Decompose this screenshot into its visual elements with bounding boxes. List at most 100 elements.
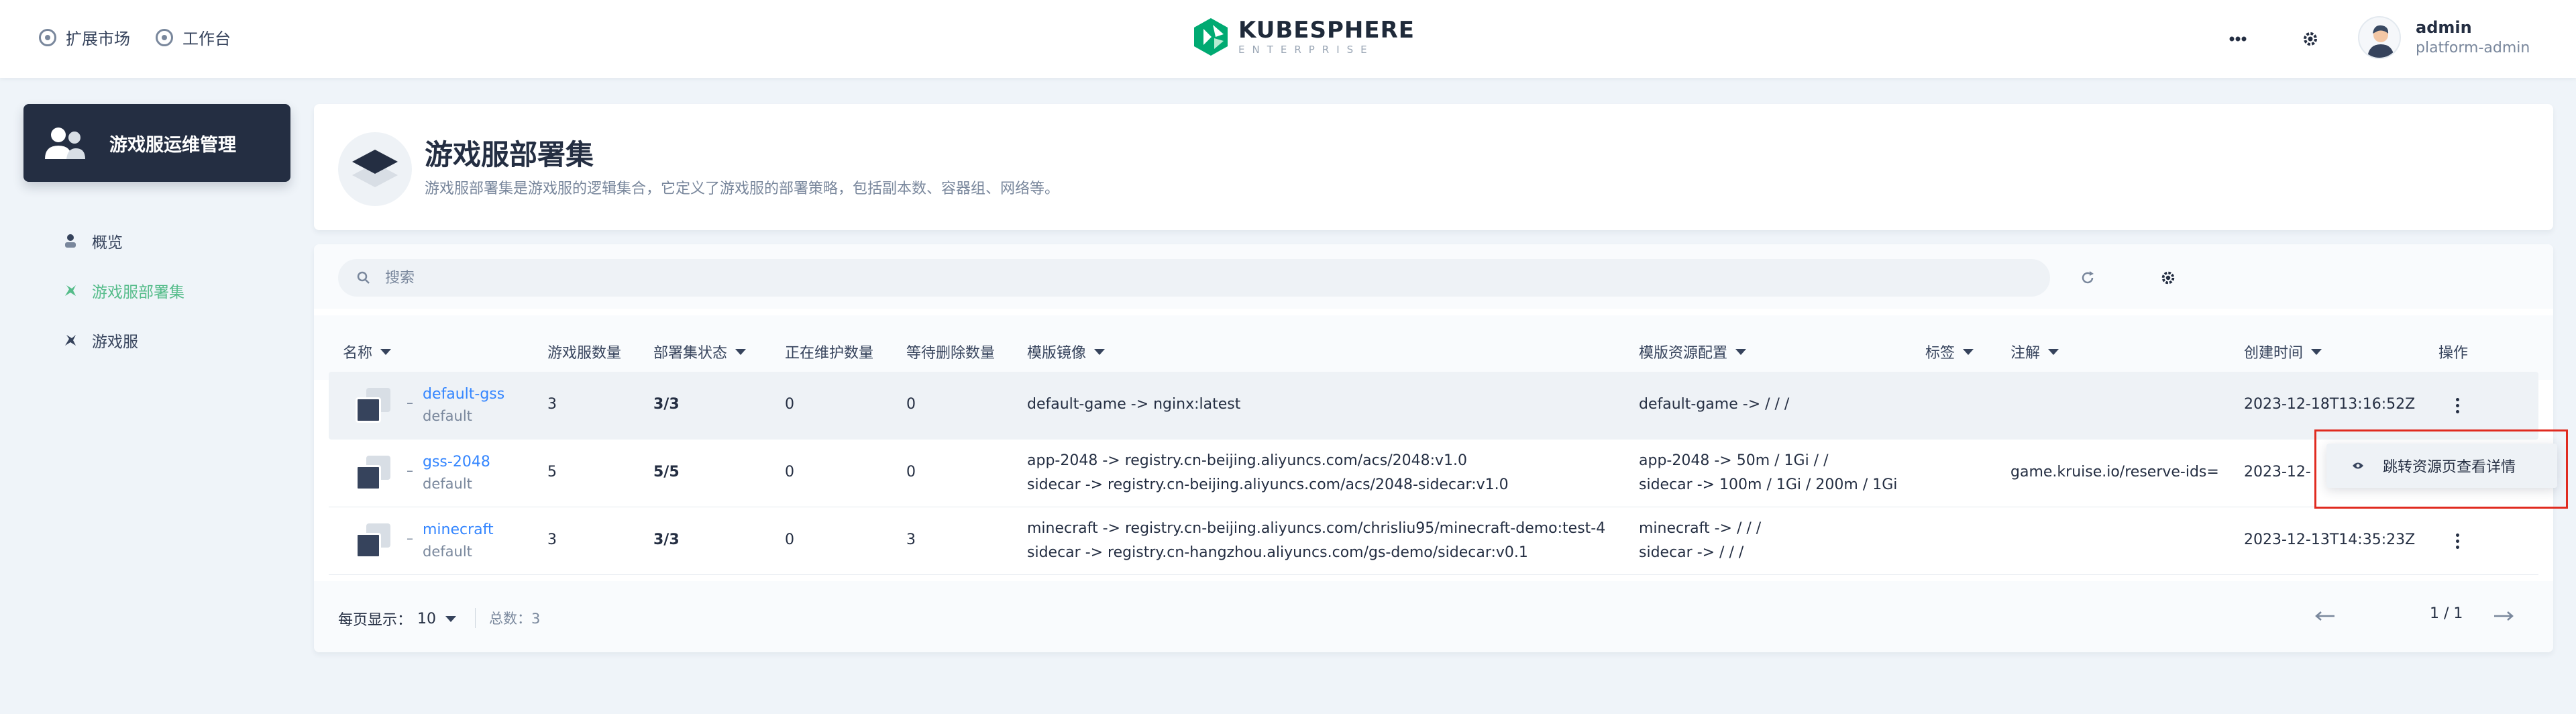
row-image: default-game -> nginx:latest [1027, 396, 1241, 413]
row-maintaining: 0 [785, 396, 794, 413]
column-status[interactable]: 部署集状态 [653, 341, 747, 362]
module-title: 游戏服运维管理 [109, 134, 236, 156]
row-created: 2023-12-18T13:16:52Z [2244, 396, 2416, 413]
gameserverset-icon [64, 284, 77, 297]
column-name[interactable]: 名称 [343, 341, 392, 362]
view-resource-details-label: 跳转资源页查看详情 [2383, 459, 2516, 476]
chevron-down-icon [445, 615, 457, 622]
overview-icon [64, 234, 77, 248]
gameserver-icon [64, 334, 77, 347]
row-dash: – [407, 462, 413, 478]
table-settings-icon[interactable] [2155, 264, 2182, 291]
table-toolbar [314, 244, 2553, 309]
search-icon [357, 271, 370, 284]
avatar [2358, 16, 2401, 59]
workbench-icon [156, 28, 173, 46]
gameserverset-table-card: 名称 游戏服数量 部署集状态 正在维护数量 等待删除数量 模版镜像 模版资源配置… [314, 244, 2553, 652]
column-status-label: 部署集状态 [653, 345, 728, 362]
row-image-line: minecraft -> registry.cn-beijing.aliyunc… [1027, 520, 1606, 537]
row-image-line: sidecar -> registry.cn-beijing.aliyuncs.… [1027, 476, 1509, 493]
row-status: 3/3 [653, 396, 680, 413]
table-row[interactable]: – gss-2048 default 5 5/5 0 0 app-2048 ->… [329, 440, 2538, 507]
page-title: 游戏服部署集 [425, 138, 594, 171]
sidebar-item-gameserverset[interactable]: 游戏服部署集 [64, 279, 184, 302]
filter-caret-icon [1094, 348, 1106, 355]
row-image-line: app-2048 -> registry.cn-beijing.aliyuncs… [1027, 452, 1468, 469]
column-actions: 操作 [2438, 341, 2468, 362]
row-name-link[interactable]: default-gss [423, 384, 504, 405]
row-image: app-2048 -> registry.cn-beijing.aliyuncs… [1027, 449, 1509, 497]
sidebar-item-overview[interactable]: 概览 [64, 230, 123, 252]
more-apps-icon[interactable] [2226, 27, 2250, 51]
row-status: 3/3 [653, 531, 680, 548]
logo-brand-text: KUBESPHERE [1238, 17, 1415, 44]
filter-caret-icon [1963, 348, 1974, 355]
row-divider [329, 574, 2538, 575]
sidebar-item-gameserver[interactable]: 游戏服 [64, 329, 138, 352]
column-image[interactable]: 模版镜像 [1027, 341, 1106, 362]
user-menu[interactable]: admin platform-admin [2358, 16, 2530, 59]
column-count-label: 游戏服数量 [547, 345, 622, 362]
settings-gear-icon[interactable] [2298, 27, 2322, 51]
page-description: 游戏服部署集是游戏服的逻辑集合，它定义了游戏服的部署策略，包括副本数、容器组、网… [425, 181, 1060, 197]
row-image-line: sidecar -> registry.cn-hangzhou.aliyuncs… [1027, 544, 1528, 561]
filter-caret-icon [2048, 348, 2059, 355]
eye-icon [2353, 462, 2363, 469]
logo-sub-text: ENTERPRISE [1238, 44, 1375, 56]
view-resource-details-menu-item[interactable]: 跳转资源页查看详情 [2326, 444, 2557, 488]
row-resources-line: sidecar -> 100m / 1Gi / 200m / 1Gi [1639, 476, 1898, 493]
row-more-icon[interactable] [2447, 389, 2467, 421]
market-icon [39, 28, 56, 46]
page-size-label: 每页显示： [338, 612, 413, 629]
sidebar-item-gameserverset-label: 游戏服部署集 [92, 284, 184, 301]
nav-extension-market-label: 扩展市场 [66, 30, 130, 48]
row-name-link[interactable]: gss-2048 [423, 452, 490, 473]
filter-caret-icon [1735, 348, 1747, 355]
row-dash: – [407, 530, 413, 546]
row-deleting: 0 [906, 396, 916, 413]
column-deleting-label: 等待删除数量 [906, 345, 996, 362]
column-labels[interactable]: 标签 [1925, 341, 1974, 362]
column-created-label: 创建时间 [2244, 345, 2304, 362]
kubesphere-logo[interactable]: KUBESPHERE ENTERPRISE [1194, 17, 1415, 56]
next-page-icon[interactable] [2490, 607, 2517, 625]
row-resources-line: app-2048 -> 50m / 1Gi / / [1639, 452, 1829, 469]
prev-page-icon[interactable] [2312, 607, 2339, 625]
gameserverset-row-icon [356, 388, 392, 424]
kubesphere-logo-icon [1194, 18, 1228, 56]
page-size-selector[interactable]: 每页显示： 10 [338, 608, 457, 629]
sidebar-item-gameserver-label: 游戏服 [92, 334, 138, 351]
refresh-icon[interactable] [2074, 264, 2101, 291]
row-annotation: game.kruise.io/reserve-ids= [2010, 464, 2219, 480]
row-resources-line: sidecar -> / / / [1639, 544, 1744, 561]
nav-extension-market[interactable]: 扩展市场 [39, 26, 130, 49]
page-indicator: 1 / 1 [2430, 605, 2463, 622]
column-annotations[interactable]: 注解 [2010, 341, 2059, 362]
column-maintaining-label: 正在维护数量 [785, 345, 874, 362]
row-deleting: 0 [906, 464, 916, 480]
row-deleting: 3 [906, 531, 916, 548]
gameserverset-row-icon [356, 456, 392, 492]
nav-workbench[interactable]: 工作台 [156, 26, 231, 49]
row-namespace: default [423, 408, 472, 424]
layers-icon [338, 132, 412, 206]
row-created: 2023-12- [2244, 464, 2311, 480]
row-resources: minecraft -> / / / sidecar -> / / / [1639, 517, 1761, 565]
column-resources[interactable]: 模版资源配置 [1639, 341, 1747, 362]
column-created[interactable]: 创建时间 [2244, 341, 2322, 362]
row-status: 5/5 [653, 464, 680, 480]
column-maintaining: 正在维护数量 [785, 341, 873, 362]
row-more-icon[interactable] [2447, 525, 2467, 557]
row-created: 2023-12-13T14:35:23Z [2244, 531, 2416, 548]
row-maintaining: 0 [785, 531, 794, 548]
row-maintaining: 0 [785, 464, 794, 480]
table-row[interactable]: – default-gss default 3 3/3 0 0 default-… [329, 372, 2538, 440]
column-image-label: 模版镜像 [1027, 345, 1087, 362]
row-name-link[interactable]: minecraft [423, 519, 494, 541]
search-bar[interactable] [338, 259, 2050, 297]
users-group-icon [45, 128, 85, 159]
table-row[interactable]: – minecraft default 3 3/3 0 3 minecraft … [329, 507, 2538, 575]
search-input[interactable] [385, 269, 1995, 287]
table-footer: 每页显示： 10 总数：3 1 / 1 [314, 581, 2553, 652]
filter-caret-icon [735, 348, 747, 355]
